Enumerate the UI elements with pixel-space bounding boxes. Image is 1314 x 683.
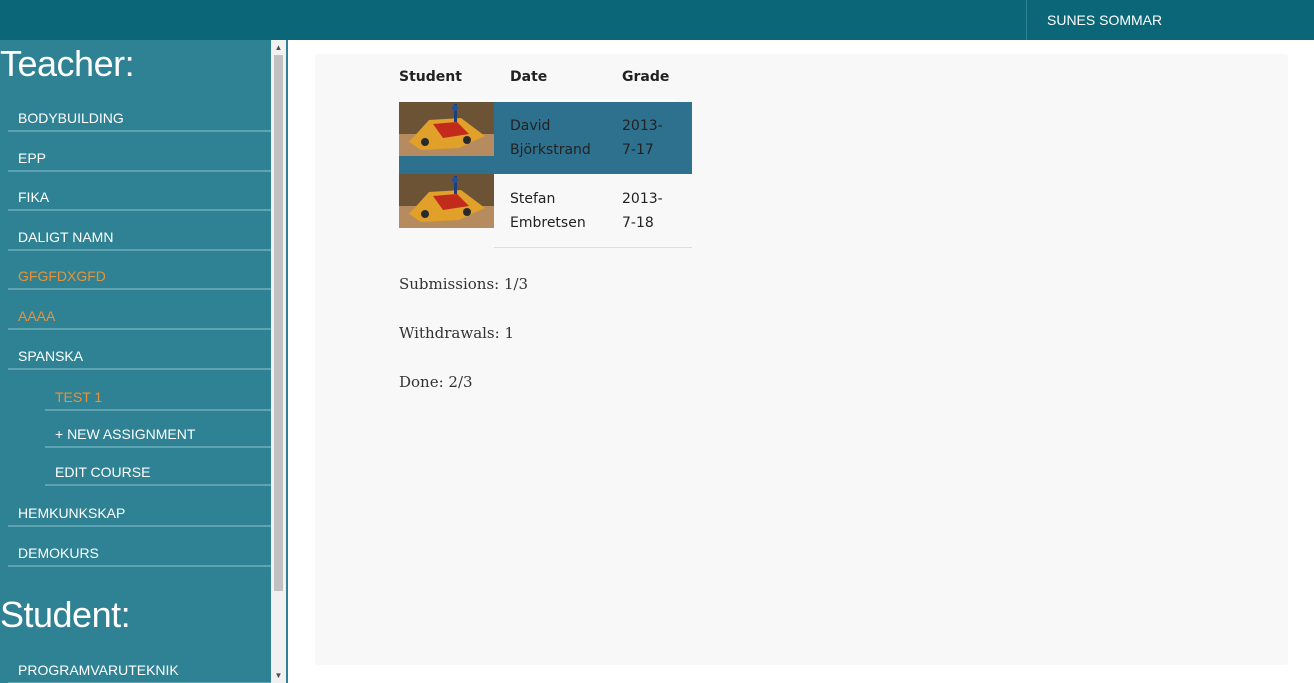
- sidebar-item-bodybuilding[interactable]: BODYBUILDING: [8, 104, 271, 132]
- row-2-student-last: Embretsen: [510, 215, 586, 231]
- sidebar-item-fika[interactable]: FIKA: [8, 183, 271, 211]
- row-2-date-line-1: 2013-: [622, 191, 663, 207]
- sidebar-item-programvaruteknik[interactable]: PROGRAMVARUTEKNIK: [8, 656, 271, 683]
- scroll-up-arrow-icon[interactable]: ▲: [271, 40, 286, 55]
- done-count: Done: 2/3: [399, 373, 473, 391]
- user-menu[interactable]: SUNES SOMMAR: [1026, 0, 1314, 40]
- column-header-grade: Grade: [622, 69, 670, 85]
- sidebar-item-spanska[interactable]: SPANSKA: [8, 342, 271, 370]
- sidebar-item-daligt-namn[interactable]: DALIGT NAMN: [8, 223, 271, 251]
- sidebar-subitem-test-1[interactable]: TEST 1: [45, 383, 271, 411]
- sidebar-item-hemkunkskap[interactable]: HEMKUNKSKAP: [8, 499, 271, 527]
- sidebar-item-aaaa[interactable]: AAAA: [8, 302, 271, 330]
- column-header-date: Date: [510, 69, 548, 85]
- student-avatar: [399, 102, 494, 156]
- row-2-date-line-2: 7-18: [622, 215, 654, 231]
- column-header-student: Student: [399, 69, 462, 85]
- row-1-student-first: David: [510, 118, 551, 134]
- withdrawals-count: Withdrawals: 1: [399, 324, 514, 342]
- row-2-student-first: Stefan: [510, 191, 556, 207]
- sidebar-subitem-edit-course[interactable]: EDIT COURSE: [45, 458, 271, 486]
- sidebar-scrollbar[interactable]: ▲ ▼: [271, 40, 286, 683]
- row-1-student-last: Björkstrand: [510, 142, 591, 158]
- sidebar: Teacher: BODYBUILDING EPP FIKA DALIGT NA…: [0, 40, 271, 683]
- top-bar: SUNES SOMMAR: [0, 0, 1314, 40]
- sidebar-divider: [286, 40, 288, 683]
- row-1-date-line-1: 2013-: [622, 118, 663, 134]
- teacher-section-title: Teacher:: [0, 43, 135, 84]
- scrollbar-thumb[interactable]: [274, 55, 283, 591]
- table-header-divider: [399, 100, 677, 101]
- student-avatar: [399, 174, 494, 228]
- row-1-date-line-2: 7-17: [622, 142, 654, 158]
- table-row-divider: [494, 247, 692, 248]
- student-section-title: Student:: [0, 594, 131, 635]
- sidebar-item-epp[interactable]: EPP: [8, 144, 271, 172]
- submissions-count: Submissions: 1/3: [399, 275, 529, 293]
- sidebar-item-gfgfdxgfd[interactable]: GFGFDXGFD: [8, 262, 271, 290]
- sidebar-item-demokurs[interactable]: DEMOKURS: [8, 539, 271, 567]
- scroll-down-arrow-icon[interactable]: ▼: [271, 668, 286, 683]
- sidebar-subitem-new-assignment[interactable]: + NEW ASSIGNMENT: [45, 420, 271, 448]
